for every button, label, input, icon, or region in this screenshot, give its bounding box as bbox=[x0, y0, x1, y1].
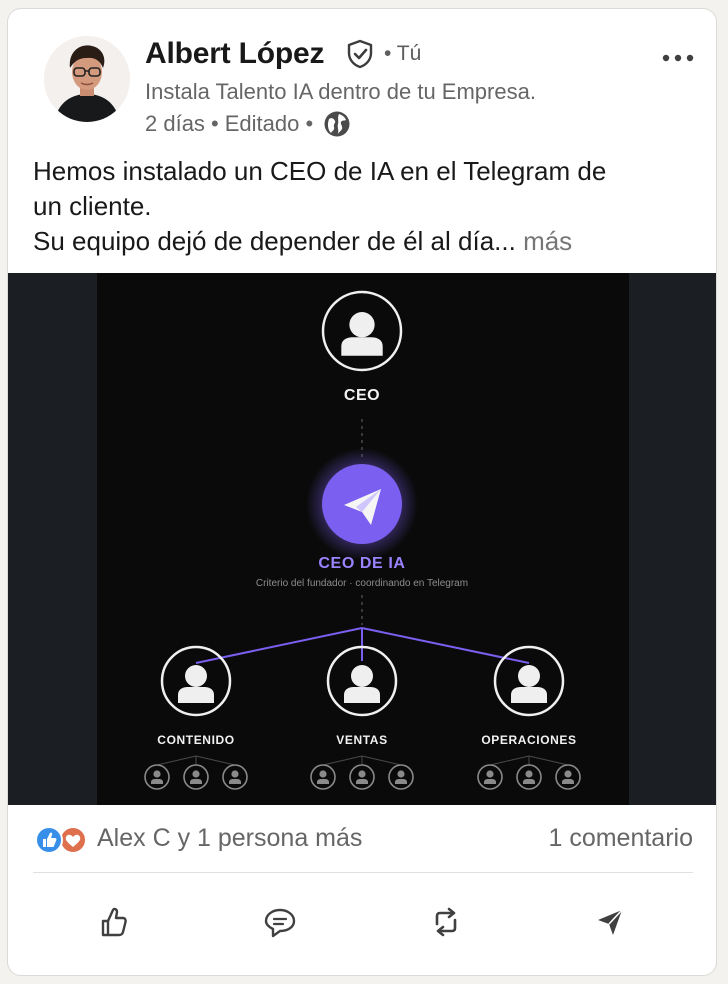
author-photo bbox=[44, 36, 130, 122]
comments-count[interactable]: 1 comentario bbox=[548, 824, 693, 853]
more-horizontal-icon[interactable] bbox=[660, 51, 696, 65]
comment-button[interactable] bbox=[260, 902, 300, 942]
author-avatar[interactable] bbox=[44, 36, 130, 122]
team-label-operaciones: OPERACIONES bbox=[481, 733, 576, 747]
post-meta: 2 días • Editado • bbox=[145, 110, 351, 138]
post-text-truncated: Su equipo dejó de depender de él al día.… bbox=[33, 226, 516, 256]
ai-ceo-subtitle: Criterio del fundador · coordinando en T… bbox=[256, 578, 468, 589]
team-node-operaciones bbox=[493, 645, 565, 717]
post-text-line: Su equipo dejó de depender de él al día.… bbox=[33, 224, 693, 259]
team-label-contenido: CONTENIDO bbox=[157, 733, 234, 747]
post-text-line: Hemos instalado un CEO de IA en el Teleg… bbox=[33, 156, 607, 186]
author-name[interactable]: Albert López bbox=[145, 37, 324, 71]
feed-post-card: Albert López • Tú Instala Talento IA den… bbox=[7, 8, 717, 976]
post-text: Hemos instalado un CEO de IA en el Teleg… bbox=[33, 154, 693, 259]
shield-check-icon bbox=[347, 39, 373, 69]
reactions-count[interactable]: Alex C y 1 persona más bbox=[97, 824, 362, 853]
connection-degree: • Tú bbox=[384, 42, 422, 65]
ceo-label: CEO bbox=[344, 387, 380, 404]
globe-icon bbox=[324, 111, 350, 137]
comment-icon bbox=[264, 908, 296, 938]
author-headline: Instala Talento IA dentro de tu Empresa. bbox=[145, 79, 536, 104]
ai-ceo-label: CEO DE IA bbox=[318, 555, 405, 572]
thumbs-up-icon bbox=[101, 907, 127, 937]
send-button[interactable] bbox=[590, 902, 630, 942]
post-edited: • Editado • bbox=[210, 111, 314, 136]
org-chart-svg: CEO CEO DE IA Criterio del fundador · co… bbox=[144, 290, 581, 790]
reaction-icons[interactable] bbox=[33, 825, 87, 855]
like-button[interactable] bbox=[94, 902, 134, 942]
team-node-contenido bbox=[160, 645, 232, 717]
team-label-ventas: VENTAS bbox=[336, 733, 387, 747]
repost-button[interactable] bbox=[426, 902, 466, 942]
sub-team-members bbox=[144, 764, 581, 790]
see-more-link[interactable]: más bbox=[523, 226, 572, 256]
send-icon bbox=[598, 909, 623, 935]
post-image[interactable]: CEO CEO DE IA Criterio del fundador · co… bbox=[8, 273, 716, 805]
divider bbox=[33, 872, 693, 873]
ceo-node bbox=[321, 290, 403, 372]
post-text-line: un cliente. bbox=[33, 191, 152, 221]
social-counts: Alex C y 1 persona más 1 comentario bbox=[33, 819, 693, 859]
post-time: 2 días bbox=[145, 111, 205, 136]
repost-icon bbox=[435, 907, 457, 937]
org-chart-graphic: CEO CEO DE IA Criterio del fundador · co… bbox=[97, 273, 629, 805]
